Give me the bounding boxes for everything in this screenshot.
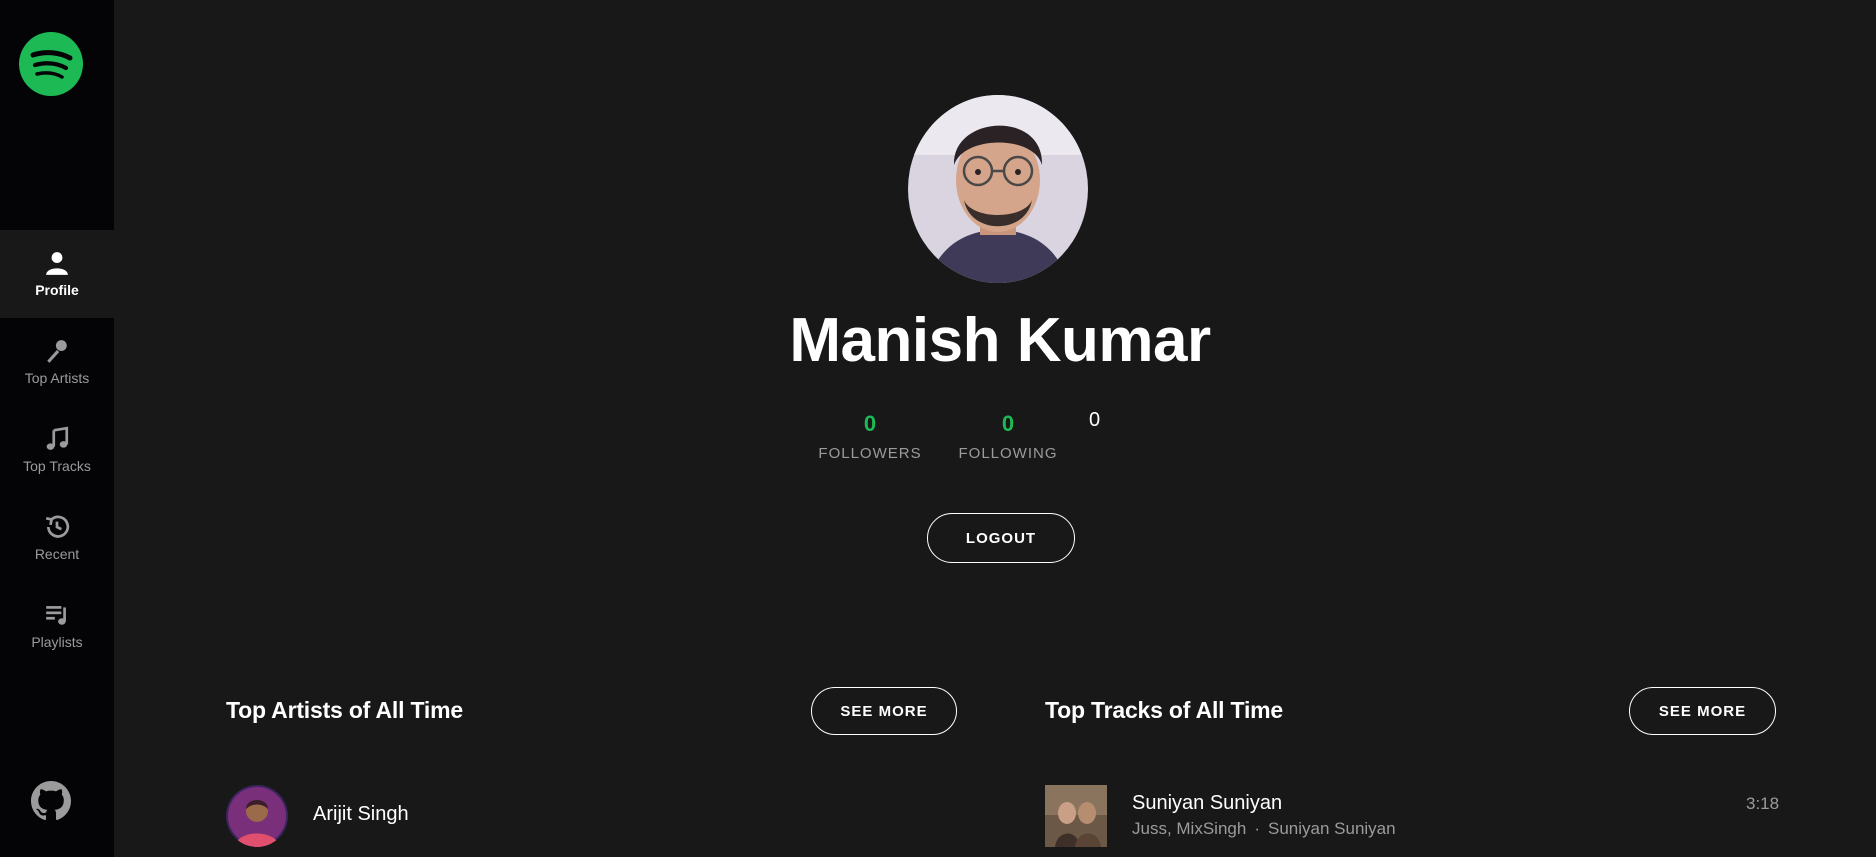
track-album-art[interactable] [1045,785,1107,847]
sidebar-item-playlists[interactable]: Playlists [0,582,114,670]
track-album: Suniyan Suniyan [1268,819,1396,838]
playlist-icon [46,606,66,625]
following-count: 0 [1001,411,1015,436]
followers-label: FOLLOWERS [818,445,922,462]
sidebar-item-profile[interactable]: Profile [0,230,114,318]
track-name[interactable]: Suniyan Suniyan [1132,792,1282,815]
artist-image[interactable] [226,785,288,847]
sidebar-item-label: Profile [35,282,79,298]
top-tracks-title: Top Tracks of All Time [1045,697,1284,723]
music-note-icon [46,426,69,450]
sidebar-item-top-tracks[interactable]: Top Tracks [0,406,114,494]
top-artists-title: Top Artists of All Time [226,697,463,723]
profile-avatar [908,95,1088,283]
track-artists: Juss, MixSingh [1132,819,1247,838]
top-tracks-see-more-button[interactable]: SEE MORE [1629,687,1776,735]
followers-stat: 0 FOLLOWERS [808,411,932,462]
spotify-logo-icon[interactable] [19,32,83,96]
following-label: FOLLOWING [958,445,1058,462]
followers-count: 0 [863,411,877,436]
sidebar-item-recent[interactable]: Recent [0,494,114,582]
microphone-icon [47,340,67,363]
sidebar: Profile Top Artists Top Tracks Recent Pl… [0,0,114,857]
main-content: Manish Kumar 0 FOLLOWERS 0 FOLLOWING 0 L… [114,0,1876,857]
track-duration: 3:18 [1746,794,1780,813]
sidebar-nav: Profile Top Artists Top Tracks Recent Pl… [0,230,114,670]
artist-name[interactable]: Arijit Singh [313,803,409,826]
sidebar-item-label: Top Tracks [23,458,91,474]
profile-name: Manish Kumar [789,306,1211,375]
history-icon [45,515,70,538]
following-stat: 0 FOLLOWING [946,411,1070,462]
playlists-count: 0 [1089,409,1101,431]
top-artists-see-more-button[interactable]: SEE MORE [811,687,957,735]
track-meta: Juss, MixSingh · Suniyan Suniyan [1132,819,1396,839]
github-icon[interactable] [31,781,71,821]
logout-button[interactable]: LOGOUT [927,513,1075,563]
sidebar-item-label: Playlists [31,634,83,650]
user-icon [46,252,68,275]
sidebar-item-label: Recent [34,546,80,562]
sidebar-item-label: Top Artists [24,370,90,386]
track-meta-separator: · [1254,819,1260,838]
sidebar-item-top-artists[interactable]: Top Artists [0,318,114,406]
